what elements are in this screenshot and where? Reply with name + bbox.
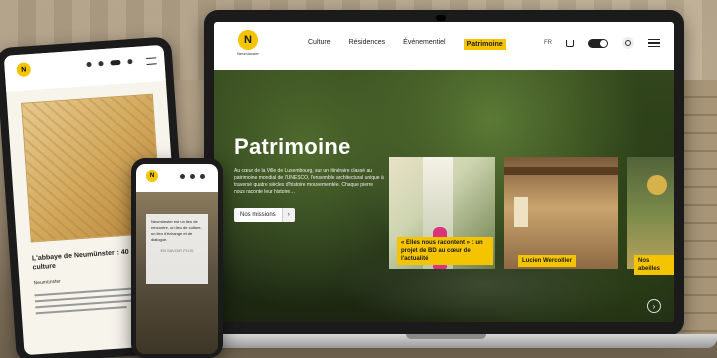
site-header: N Neumünster Culture Résidences Événemen… xyxy=(214,22,674,70)
phone-info-link[interactable]: EN SAVOIR PLUS xyxy=(151,248,203,253)
tablet-cart-icon[interactable] xyxy=(98,61,104,67)
card-window-image xyxy=(514,197,528,227)
carousel-next-button[interactable]: › xyxy=(647,299,661,313)
theme-toggle-icon[interactable] xyxy=(588,38,608,48)
card-lucien-wercollier[interactable] xyxy=(504,157,618,269)
hero-title: Patrimoine xyxy=(234,134,351,159)
header-tools: FR xyxy=(544,37,660,49)
phone-menu-icon[interactable] xyxy=(200,174,205,179)
phone-device: N Neumünster est un lieu de rencontre, u… xyxy=(131,158,223,358)
card-label-2[interactable]: Lucien Wercollier xyxy=(518,255,576,267)
card-label-3[interactable]: Nos abeilles xyxy=(634,255,674,275)
missions-button-label: Nos missions xyxy=(234,208,282,222)
cart-icon[interactable] xyxy=(566,39,574,47)
laptop-camera xyxy=(436,15,446,21)
phone-info-box: Neumünster est un lieu de rencontre, un … xyxy=(146,214,208,284)
menu-item-evenementiel[interactable]: Événementiel xyxy=(403,39,445,50)
card-flower-image xyxy=(647,175,667,195)
laptop-device: N Neumünster Culture Résidences Événemen… xyxy=(204,10,684,335)
laptop-notch xyxy=(406,334,486,339)
tablet-menu-icon[interactable] xyxy=(146,57,157,65)
phone-info-text: Neumünster est un lieu de rencontre, un … xyxy=(151,219,202,242)
missions-button[interactable]: Nos missions › xyxy=(234,208,295,222)
menu-item-residences[interactable]: Résidences xyxy=(349,39,386,50)
tablet-toggle-icon[interactable] xyxy=(110,59,121,66)
tablet-lang-icon[interactable] xyxy=(86,61,92,68)
phone-search-icon[interactable] xyxy=(190,174,195,179)
chevron-right-icon: › xyxy=(281,208,295,222)
phone-header-tools xyxy=(180,174,205,179)
card-label-1[interactable]: « Elles nous racontent » : un projet de … xyxy=(397,237,493,265)
site-logo[interactable]: N Neumünster xyxy=(236,30,260,60)
menu-item-patrimoine[interactable]: Patrimoine xyxy=(463,39,506,50)
main-menu: Culture Résidences Événementiel Patrimoi… xyxy=(308,39,506,50)
menu-item-culture[interactable]: Culture xyxy=(308,39,331,50)
tablet-logo[interactable]: N xyxy=(16,62,32,78)
search-icon[interactable] xyxy=(622,37,634,49)
phone-screen: N Neumünster est un lieu de rencontre, u… xyxy=(136,164,218,354)
tablet-header-tools xyxy=(86,58,133,68)
hero-description: Au cœur de la Ville de Luxembourg, sur u… xyxy=(234,168,384,195)
phone-logo[interactable]: N xyxy=(146,170,158,182)
logo-text: Neumünster xyxy=(237,51,259,56)
tablet-article-subtitle: Neumünster xyxy=(33,278,62,287)
tablet-search-icon[interactable] xyxy=(127,58,133,65)
laptop-screen: N Neumünster Culture Résidences Événemen… xyxy=(214,22,674,322)
language-switch[interactable]: FR xyxy=(544,40,552,46)
phone-header: N xyxy=(136,164,218,192)
card-beam-image xyxy=(504,167,618,175)
menu-icon[interactable] xyxy=(648,39,660,47)
card-nos-abeilles[interactable] xyxy=(627,157,674,269)
phone-cart-icon[interactable] xyxy=(180,174,185,179)
tablet-header: N xyxy=(3,44,166,92)
laptop-base xyxy=(176,334,717,348)
logo-mark: N xyxy=(238,30,258,50)
